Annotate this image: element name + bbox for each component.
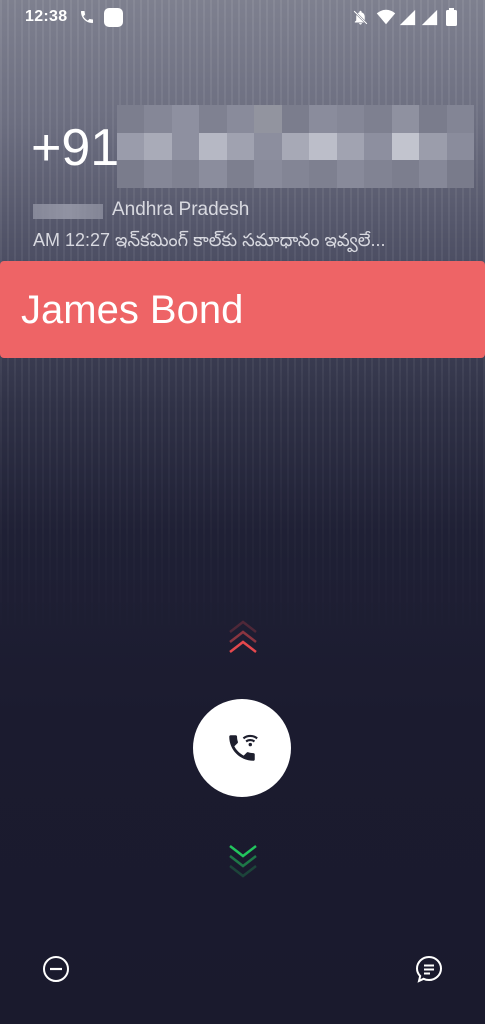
signal-icon [421,9,438,26]
blur-pixel [391,105,420,133]
blur-pixel [281,105,310,133]
chevron-up-icon [229,620,257,653]
blur-pixel [364,105,392,133]
wifi-icon [376,9,396,25]
blur-pixel [226,160,255,188]
mute-icon [353,10,368,25]
caller-id-banner: James Bond [0,261,485,358]
blur-pixel [281,132,310,161]
incoming-call-screen: 12:38 +91 Andhra Pradesh AM 12:27 ఇన్‌కమ… [0,0,485,1024]
blur-pixel [144,105,172,133]
blur-pixel [171,160,200,188]
message-icon[interactable] [413,953,445,985]
wifi-call-icon [229,734,258,761]
battery-icon [446,8,457,26]
caller-location: Andhra Pradesh [112,199,250,220]
blur-pixel [446,132,474,161]
blur-pixel [117,105,145,133]
signal-icon [399,9,416,26]
blur-pixel [199,105,227,133]
blur-pixel [144,160,172,188]
blur-pixel [309,160,337,188]
status-time: 12:38 [25,8,68,25]
blur-pixel [254,132,282,161]
caller-name: James Bond [21,288,244,332]
blur-pixel [419,160,447,188]
blur-pixel [419,105,447,133]
blur-pixel [391,160,420,188]
blur-pixel [117,132,145,161]
redacted-number [117,105,474,188]
caller-number: +91 [31,119,120,177]
blur-pixel [199,132,227,161]
chevron-down-icon [229,845,257,878]
blur-pixel [281,160,310,188]
redacted-city [33,204,103,219]
app-notification-icon [104,8,123,27]
blur-pixel [364,160,392,188]
blur-pixel [254,160,282,188]
blur-pixel [446,160,474,188]
blur-pixel [391,132,420,161]
blur-pixel [254,105,282,133]
blur-pixel [117,160,145,188]
blur-pixel [309,105,337,133]
blur-pixel [446,105,474,133]
answer-call-button[interactable] [193,699,291,797]
blur-pixel [171,105,200,133]
do-not-disturb-icon[interactable] [40,953,72,985]
blur-pixel [199,160,227,188]
blur-pixel [364,132,392,161]
blur-pixel [309,132,337,161]
last-call-info: AM 12:27 ఇన్‌కమింగ్ కాల్‌కు సమాధానం ఇవ్వ… [33,230,386,250]
blur-pixel [226,105,255,133]
blur-pixel [171,132,200,161]
status-bar: 12:38 [0,0,485,36]
phone-icon [81,11,93,23]
blur-pixel [336,160,365,188]
blur-pixel [144,132,172,161]
blur-pixel [419,132,447,161]
blur-pixel [336,132,365,161]
blur-pixel [226,132,255,161]
blur-pixel [336,105,365,133]
